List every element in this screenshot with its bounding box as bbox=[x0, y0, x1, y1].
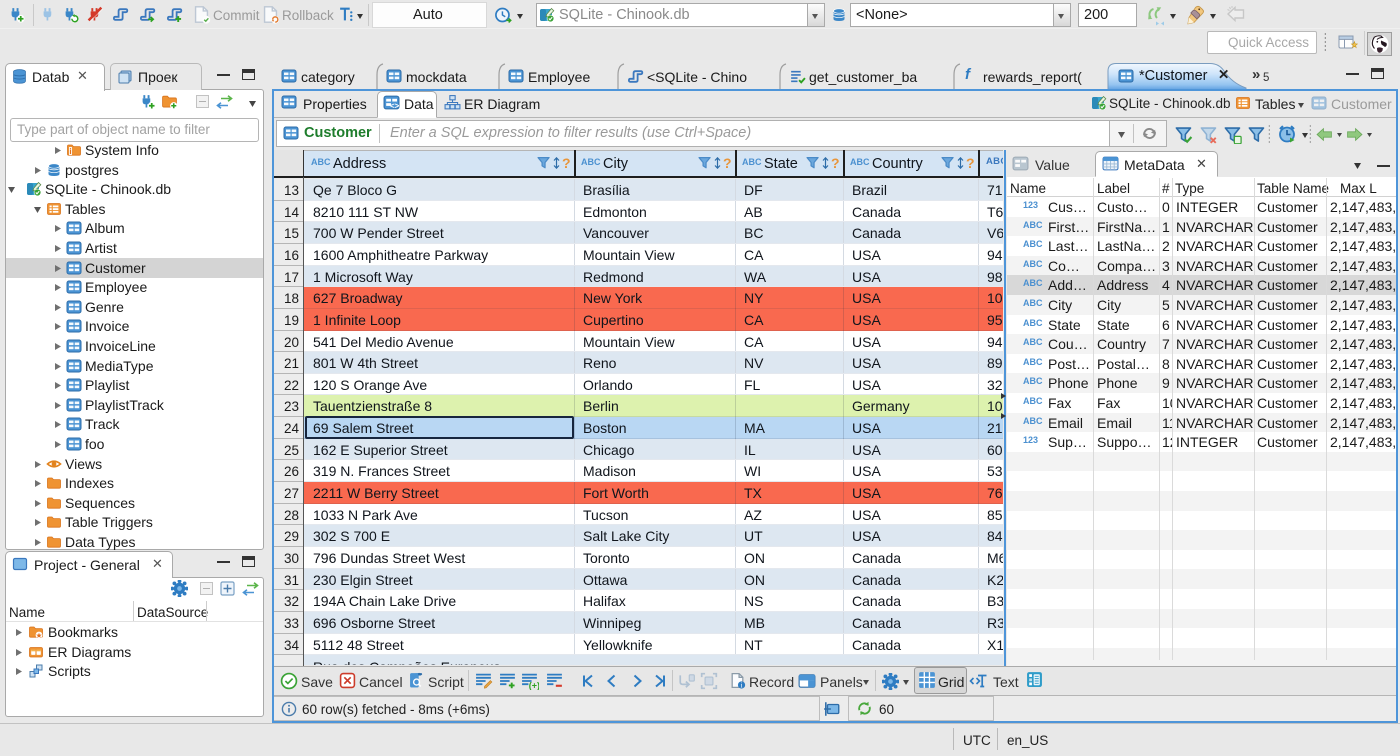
svg-text:(+): (+) bbox=[529, 680, 539, 690]
svg-text:<>: <> bbox=[390, 101, 400, 110]
svg-text:i: i bbox=[69, 147, 71, 156]
svg-text:★: ★ bbox=[36, 631, 43, 640]
svg-text:i: i bbox=[741, 681, 743, 689]
